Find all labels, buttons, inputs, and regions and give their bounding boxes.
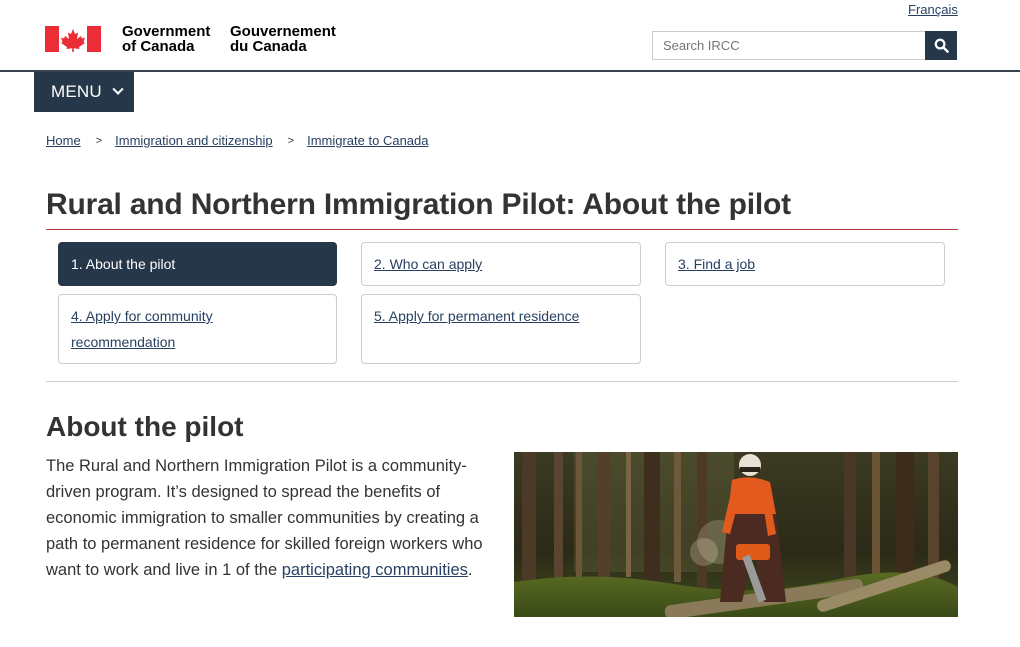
wordmark-en-line1: Government [122,23,211,40]
step-label: 2. Who can apply [374,256,483,272]
page-title: Rural and Northern Immigration Pilot: Ab… [46,188,791,221]
step-label: 1. About the pilot [71,256,176,272]
chevron-down-icon [112,83,124,95]
header-divider [0,70,1020,72]
section-body: The Rural and Northern Immigration Pilot… [46,453,506,583]
section-heading: About the pilot [46,411,244,442]
search-button[interactable] [925,31,957,60]
step-who-can-apply[interactable]: 2. Who can apply [361,242,641,286]
breadcrumb-immigration-citizenship[interactable]: Immigration and citizenship [115,133,273,148]
step-about-the-pilot[interactable]: 1. About the pilot [58,242,337,286]
breadcrumb-home[interactable]: Home [46,133,81,148]
wordmark-fr-line1: Gouvernement [230,23,336,40]
breadcrumb-separator: > [95,134,103,147]
language-toggle-link[interactable]: Français [908,2,958,17]
menu-label: MENU [51,82,102,101]
step-apply-for-permanent-residence[interactable]: 5. Apply for permanent residence [361,294,641,364]
wordmark-en-line2: of Canada [122,38,195,55]
search-icon [934,38,949,53]
title-underline [46,229,958,230]
step-apply-for-community-recommendation[interactable]: 4. Apply for community recommendation [58,294,337,364]
wordmark-english: Government of Canada [122,24,210,54]
step-label: 4. Apply for community recommendation [71,308,213,350]
body-text-end: . [467,561,473,579]
step-label: 3. Find a job [678,256,756,272]
wordmark-fr-line2: du Canada [230,38,307,55]
participating-communities-link[interactable]: participating communities [282,561,468,579]
step-find-a-job[interactable]: 3. Find a job [665,242,945,286]
search-input[interactable] [652,31,926,60]
section-divider [46,381,958,382]
forestry-worker-photo [514,452,958,617]
step-label: 5. Apply for permanent residence [374,308,580,324]
breadcrumb-immigrate-to-canada[interactable]: Immigrate to Canada [307,133,428,148]
menu-button[interactable]: MENU [34,72,134,112]
canada-flag-icon [45,26,101,52]
breadcrumb: Home > Immigration and citizenship > Imm… [46,133,429,148]
breadcrumb-separator: > [287,134,295,147]
wordmark-french: Gouvernement du Canada [230,24,336,54]
